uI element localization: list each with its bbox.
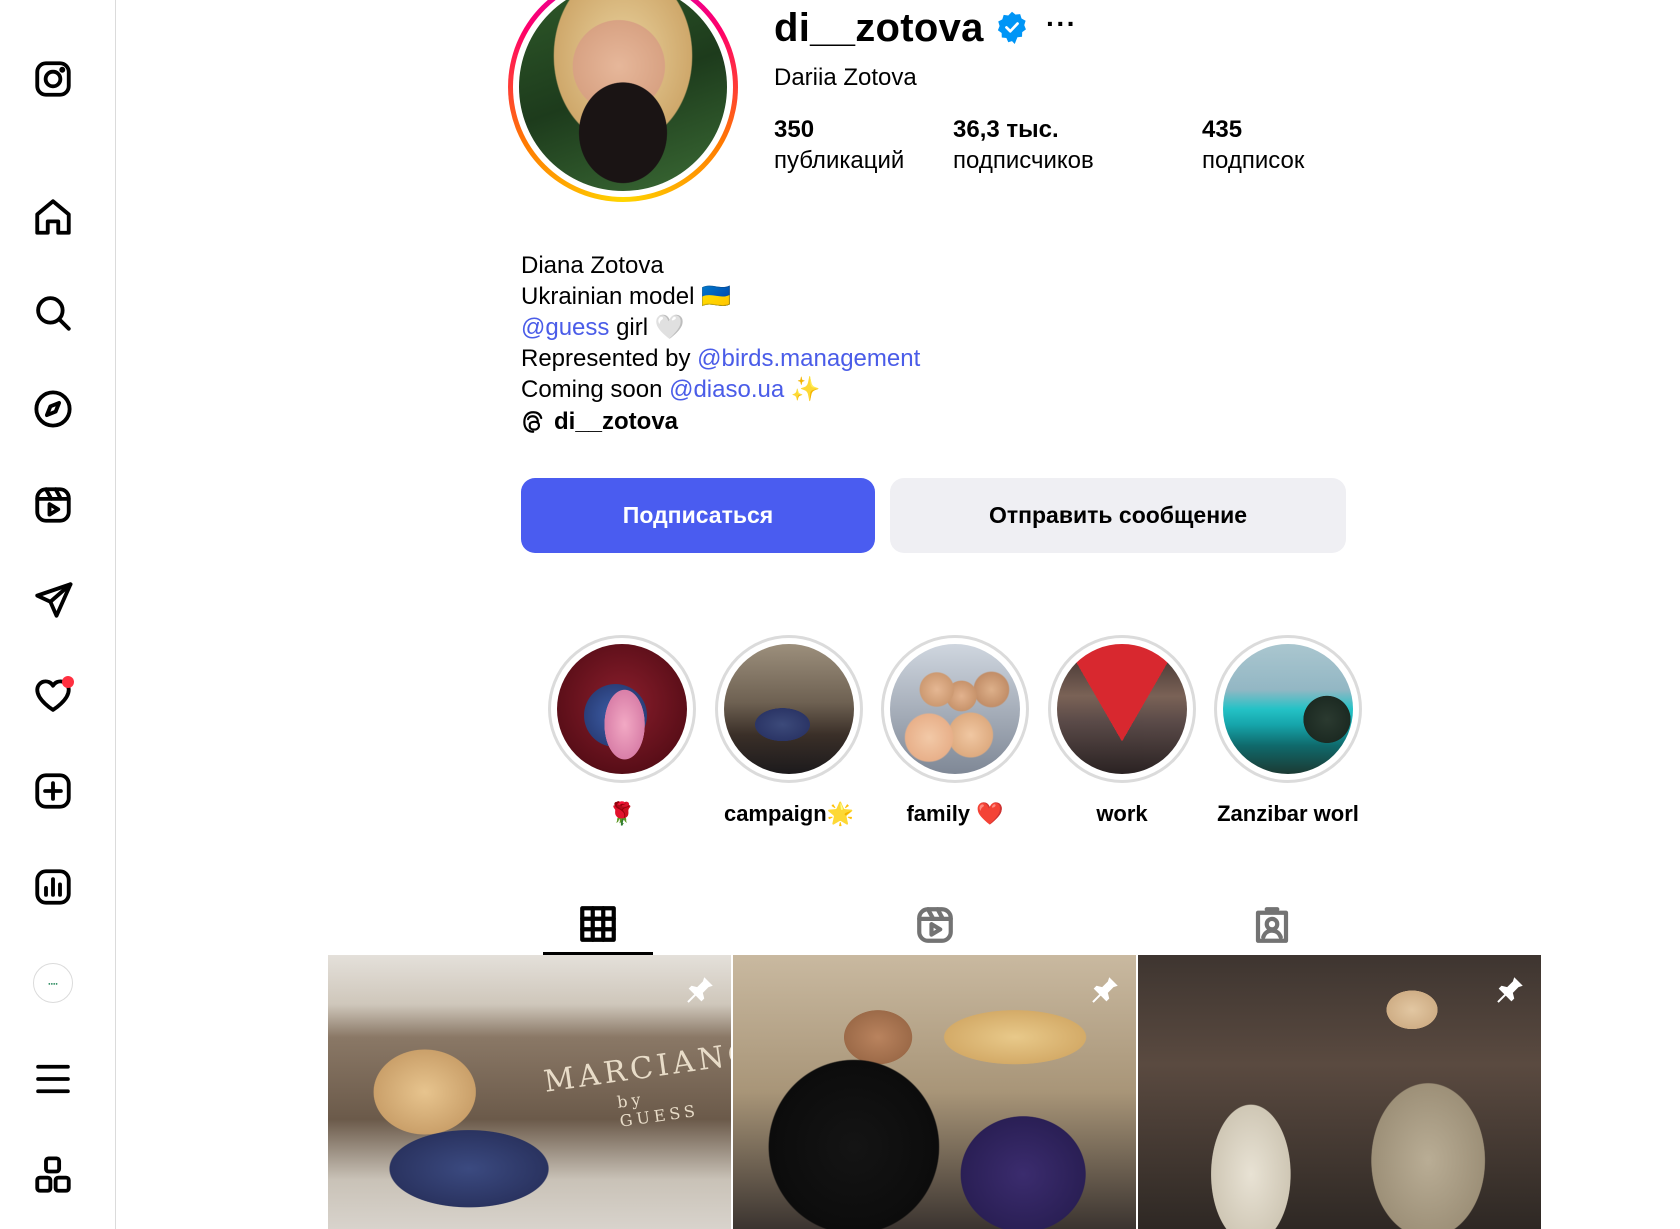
highlight-item[interactable]: 🌹	[548, 635, 696, 827]
stat-followers[interactable]: 36,3 тыс. подписчиков	[953, 114, 1094, 176]
bio-line-agency-text: Represented by	[521, 345, 698, 372]
highlight-item[interactable]: campaign🌟	[715, 635, 863, 827]
bio-line-coming-soon-text: Coming soon	[521, 376, 670, 403]
highlight-item[interactable]: Zanzibar worl	[1214, 635, 1362, 827]
stat-following[interactable]: 435 подписок	[1202, 114, 1304, 176]
stat-posts-label: публикаций	[774, 147, 905, 174]
bio-line-coming-soon: Coming soon @diaso.ua ✨	[521, 374, 920, 405]
notifications-heart-icon[interactable]	[30, 672, 76, 718]
stat-following-label: подписок	[1202, 147, 1305, 174]
notification-dot	[62, 676, 74, 688]
verified-badge-icon	[997, 11, 1026, 44]
stat-followers-label: подписчиков	[953, 147, 1094, 174]
bio-link-guess[interactable]: @guess	[521, 314, 609, 341]
explore-compass-icon[interactable]	[30, 386, 76, 432]
highlight-item[interactable]: work	[1048, 635, 1196, 827]
profile-bio: Diana Zotova Ukrainian model 🇺🇦 @guess g…	[521, 250, 920, 405]
bio-line-brand: @guess girl 🤍	[521, 312, 920, 343]
dashboard-insights-icon[interactable]	[30, 864, 76, 910]
more-options-button[interactable]: ···	[1046, 8, 1077, 40]
highlight-cover	[1057, 644, 1187, 774]
highlight-cover	[557, 644, 687, 774]
highlight-cover	[724, 644, 854, 774]
bio-name: Diana Zotova	[521, 252, 664, 279]
tab-tagged[interactable]	[1217, 895, 1327, 955]
highlight-label: work	[1096, 801, 1148, 826]
stat-followers-count: 36,3 тыс.	[953, 116, 1059, 143]
grid-icon	[580, 905, 616, 942]
highlight-label: Zanzibar worl	[1217, 801, 1359, 826]
bio-link-diaso[interactable]: @diaso.ua	[669, 376, 784, 403]
bio-line-brand-text: girl 🤍	[609, 314, 685, 341]
post-thumbnail[interactable]	[1138, 955, 1541, 1229]
threads-icon	[523, 411, 543, 433]
reels-icon[interactable]	[30, 482, 76, 528]
pinned-post-icon	[687, 977, 713, 1003]
post-thumbnail[interactable]	[733, 955, 1136, 1229]
highlight-label: family ❤️	[906, 801, 1004, 826]
instagram-logo-icon[interactable]	[30, 56, 76, 102]
search-icon[interactable]	[30, 290, 76, 336]
threads-badge[interactable]: di__zotova	[520, 408, 678, 436]
direct-messages-icon[interactable]	[30, 577, 76, 623]
stat-posts: 350 публикаций	[774, 114, 904, 176]
profile-avatar-icon[interactable]: ●●●●	[30, 960, 76, 1006]
highlight-label: campaign🌟	[723, 801, 855, 826]
send-message-button[interactable]: Отправить сообщение	[890, 478, 1346, 553]
stat-posts-count: 350	[774, 116, 815, 143]
highlight-label: 🌹	[608, 801, 636, 826]
threads-handle: di__zotova	[554, 408, 679, 435]
tab-posts-grid[interactable]	[543, 895, 653, 955]
more-apps-icon[interactable]	[30, 1152, 76, 1198]
profile-username: di__zotova	[774, 6, 984, 50]
menu-hamburger-icon[interactable]	[30, 1056, 76, 1102]
bio-description: Ukrainian model 🇺🇦	[521, 283, 731, 310]
create-post-icon[interactable]	[30, 768, 76, 814]
reels-tab-icon	[917, 907, 953, 943]
bio-sparkles: ✨	[784, 376, 821, 403]
bio-line-agency: Represented by @birds.management	[521, 343, 920, 374]
tagged-user-icon	[1255, 907, 1289, 943]
highlight-cover	[1223, 644, 1353, 774]
highlight-item[interactable]: family ❤️	[881, 635, 1029, 827]
pinned-post-icon	[1092, 977, 1118, 1003]
post-thumbnail[interactable]: MARCIANO by GUESS	[328, 955, 731, 1229]
home-icon[interactable]	[30, 194, 76, 240]
profile-full-name: Dariia Zotova	[774, 64, 917, 91]
highlight-cover	[890, 644, 1020, 774]
follow-button[interactable]: Подписаться	[521, 478, 875, 553]
bio-link-birds-management[interactable]: @birds.management	[697, 345, 920, 372]
sidebar: ●●●●	[0, 0, 116, 1229]
profile-photo	[519, 0, 727, 191]
tab-reels[interactable]	[880, 895, 990, 955]
stat-following-count: 435	[1202, 116, 1243, 143]
profile-avatar[interactable]	[508, 0, 738, 202]
pinned-post-icon	[1497, 977, 1523, 1003]
